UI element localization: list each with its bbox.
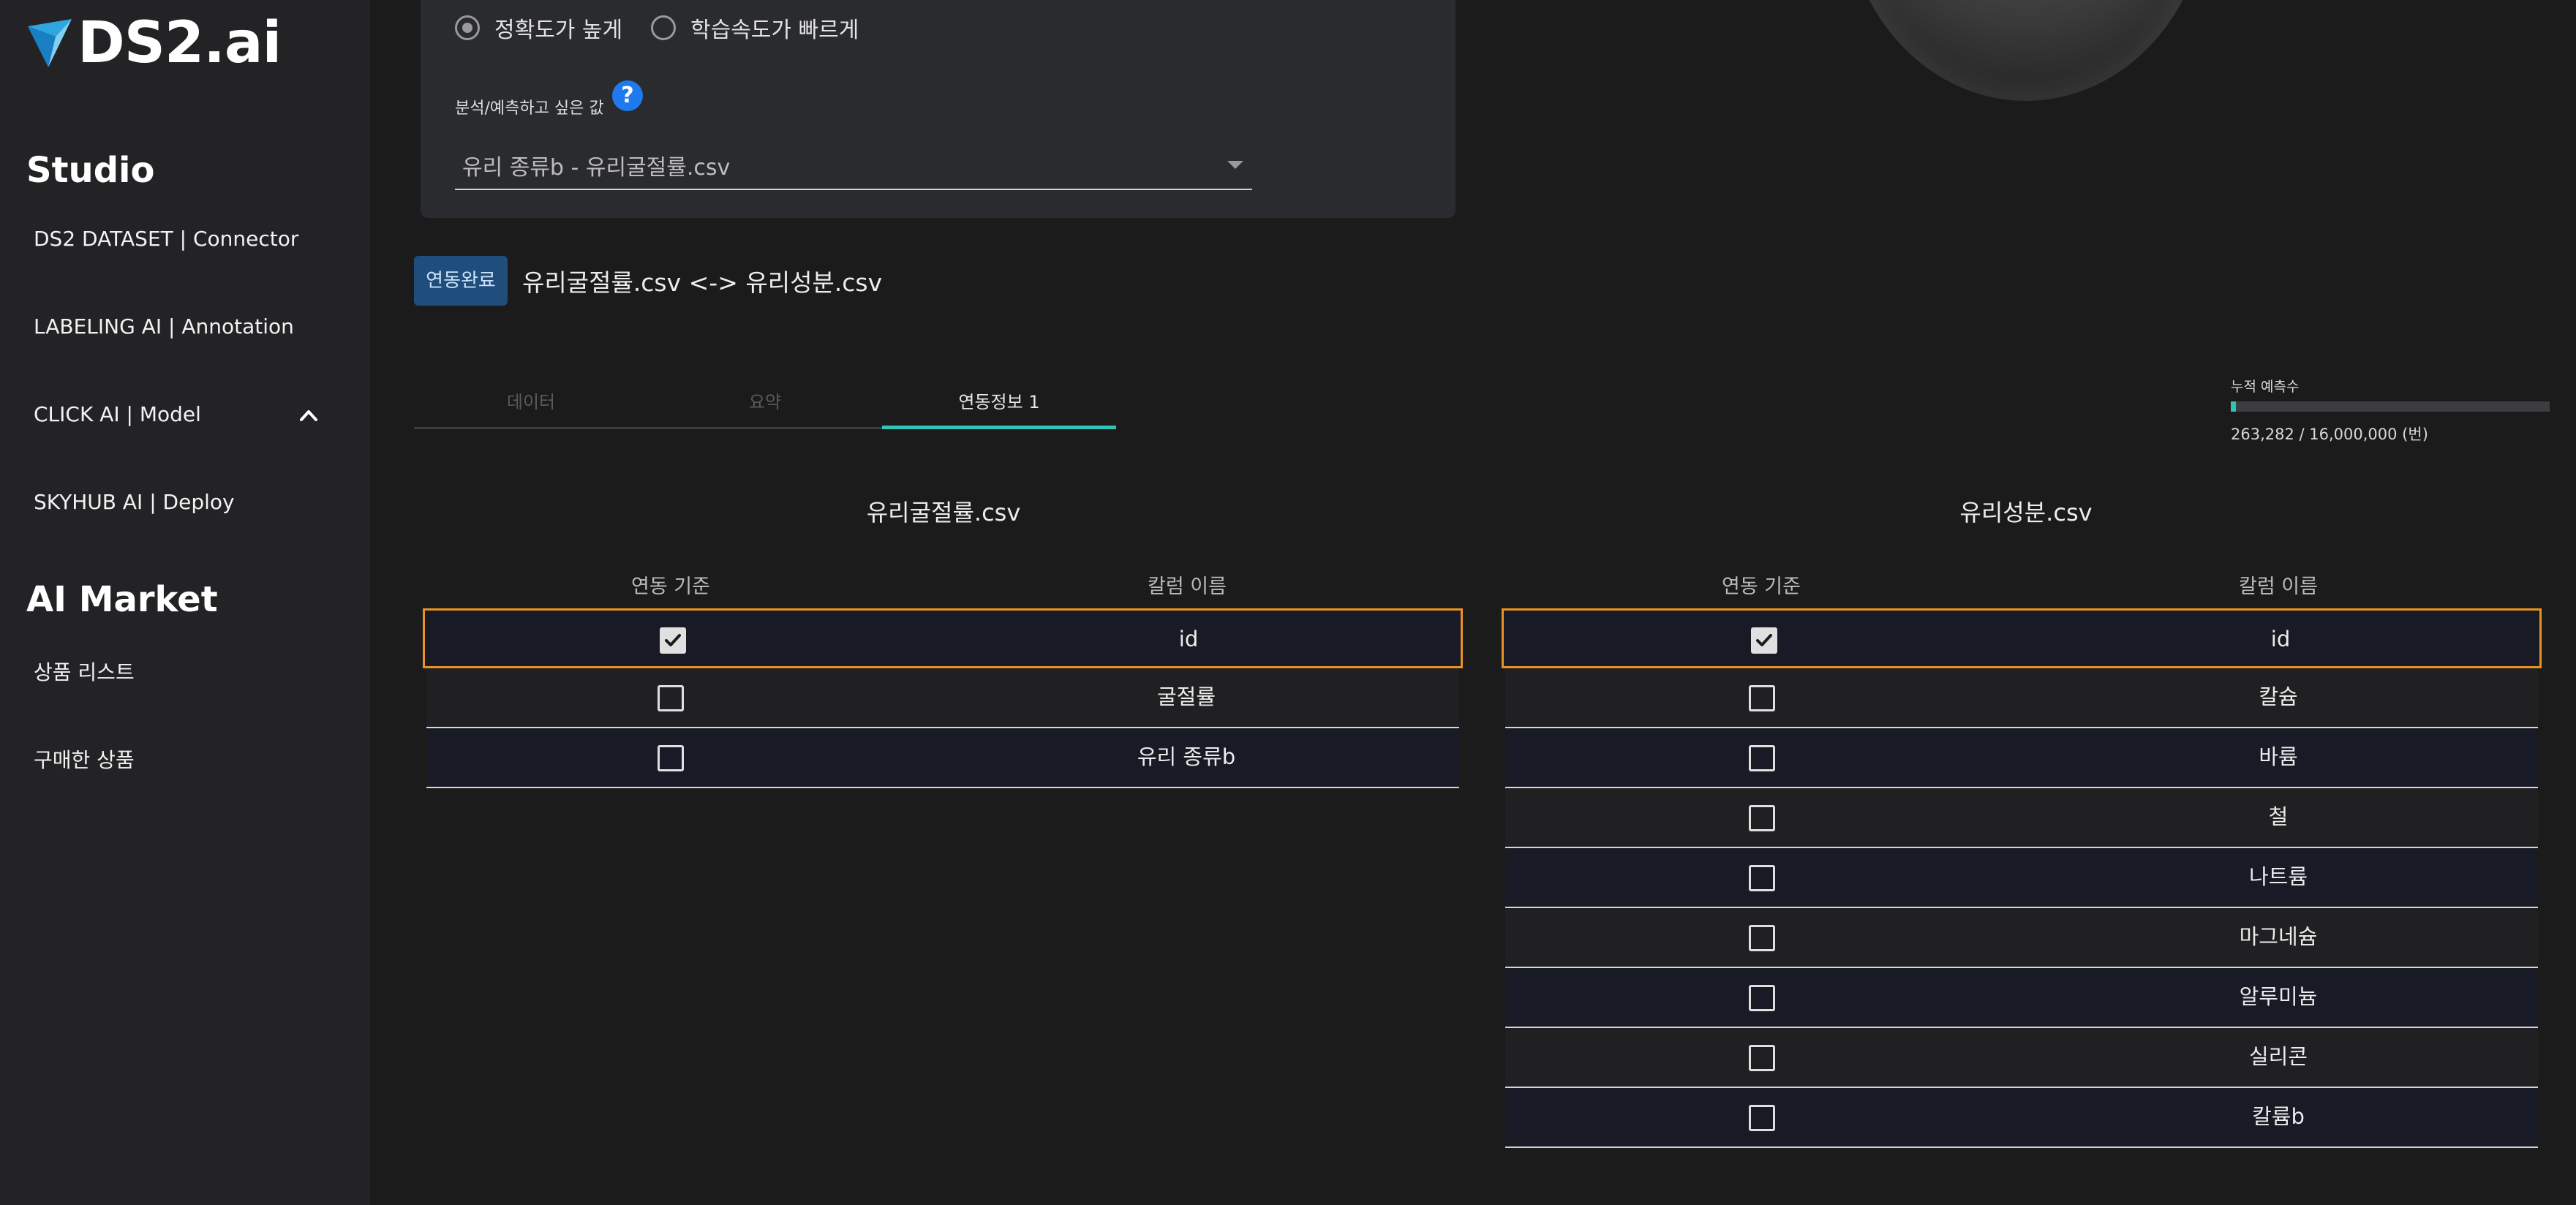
column-name: 칼륨b xyxy=(2252,1104,2305,1129)
checkbox[interactable] xyxy=(1749,1105,1775,1131)
chevron-up-icon[interactable] xyxy=(295,404,322,426)
tab-link-info-1[interactable]: 연동정보 1 xyxy=(882,388,1116,413)
left-col-key-header: 연동 기준 xyxy=(631,575,710,598)
table-row[interactable]: 바륨 xyxy=(1505,728,2538,788)
tab-active-indicator xyxy=(882,426,1116,429)
sidebar-item-deploy[interactable]: SKYHUB AI | Deploy xyxy=(34,490,235,514)
sidebar-item-product-list[interactable]: 상품 리스트 xyxy=(34,657,135,686)
column-name: 철 xyxy=(2268,804,2289,829)
tab-data[interactable]: 데이터 xyxy=(414,388,648,413)
table-row[interactable]: 칼륨b xyxy=(1505,1088,2538,1148)
table-row[interactable]: 칼슘 xyxy=(1505,668,2538,728)
sidebar-item-purchased[interactable]: 구매한 상품 xyxy=(34,744,135,774)
caret-down-icon[interactable] xyxy=(1227,161,1243,169)
section-title-studio: Studio xyxy=(26,150,155,191)
sidebar-item-annotation[interactable]: LABELING AI | Annotation xyxy=(34,314,294,339)
tab-bar: 데이터 요약 연동정보 1 xyxy=(414,373,1116,431)
table-row[interactable]: 철 xyxy=(1505,788,2538,848)
checkbox-checked[interactable] xyxy=(1751,627,1777,654)
radio-speed-label: 학습속도가 빠르게 xyxy=(690,18,859,43)
column-name: 알루미늄 xyxy=(2239,984,2318,1009)
target-select-value: 유리 종류b - 유리굴절률.csv xyxy=(462,155,731,181)
checkbox[interactable] xyxy=(1749,685,1775,711)
globe-graphic xyxy=(1843,0,2209,101)
usage-label: 누적 예측수 xyxy=(2231,379,2300,395)
table-row[interactable]: 나트륨 xyxy=(1505,848,2538,908)
sidebar-item-model[interactable]: CLICK AI | Model xyxy=(34,402,201,426)
logo-text: DS2.ai xyxy=(78,10,282,76)
table-row[interactable]: id xyxy=(423,608,1463,668)
column-name: id xyxy=(1178,627,1199,651)
right-col-name-header: 칼럼 이름 xyxy=(2239,575,2318,598)
sidebar-item-connector[interactable]: DS2 DATASET | Connector xyxy=(34,227,298,251)
radio-speed-indicator[interactable] xyxy=(651,15,676,40)
check-icon xyxy=(1756,634,1772,646)
link-status-badge: 연동완료 xyxy=(414,256,508,306)
checkbox[interactable] xyxy=(1749,1045,1775,1071)
logo-icon xyxy=(28,19,72,67)
table-row[interactable]: id xyxy=(1502,608,2542,668)
right-col-key-header: 연동 기준 xyxy=(1722,575,1801,598)
column-name: 마그네슘 xyxy=(2239,924,2318,949)
radio-accuracy-label: 정확도가 높게 xyxy=(494,18,623,43)
usage-progress-bar xyxy=(2231,401,2550,412)
left-table-title: 유리굴절률.csv xyxy=(866,499,1021,526)
column-name: 유리 종류b xyxy=(1137,744,1236,769)
checkbox-checked[interactable] xyxy=(660,627,686,654)
column-name: 나트륨 xyxy=(2248,864,2308,889)
check-icon xyxy=(665,634,681,646)
checkbox[interactable] xyxy=(1749,805,1775,831)
table-row[interactable]: 유리 종류b xyxy=(426,728,1459,788)
table-row[interactable]: 실리콘 xyxy=(1505,1028,2538,1088)
checkbox[interactable] xyxy=(1749,925,1775,951)
radio-accuracy[interactable]: 정확도가 높게 xyxy=(455,12,622,44)
logo[interactable]: DS2.ai xyxy=(26,10,282,76)
checkbox[interactable] xyxy=(1749,865,1775,891)
table-row[interactable]: 알루미늄 xyxy=(1505,968,2538,1028)
checkbox[interactable] xyxy=(658,685,684,711)
checkbox[interactable] xyxy=(658,745,684,771)
options-panel: 정확도가 높게 학습속도가 빠르게 분석/예측하고 싶은 값 ? 유리 종류b … xyxy=(421,0,1455,218)
link-description: 유리굴절률.csv <-> 유리성분.csv xyxy=(522,268,883,297)
radio-speed[interactable]: 학습속도가 빠르게 xyxy=(651,12,859,44)
column-name: id xyxy=(2270,627,2291,651)
right-table-title: 유리성분.csv xyxy=(1959,499,2093,526)
column-name: 실리콘 xyxy=(2248,1044,2308,1069)
target-label: 분석/예측하고 싶은 값 xyxy=(455,99,604,118)
help-icon[interactable]: ? xyxy=(612,80,643,111)
left-col-name-header: 칼럼 이름 xyxy=(1148,575,1227,598)
usage-progress-fill xyxy=(2231,401,2237,412)
table-row[interactable]: 마그네슘 xyxy=(1505,908,2538,968)
column-name: 칼슘 xyxy=(2259,684,2298,709)
table-row[interactable]: 굴절률 xyxy=(426,668,1459,728)
section-title-ai-market: AI Market xyxy=(26,579,218,620)
checkbox[interactable] xyxy=(1749,985,1775,1011)
target-select[interactable]: 유리 종류b - 유리굴절률.csv xyxy=(455,143,1252,190)
checkbox[interactable] xyxy=(1749,745,1775,771)
tab-summary[interactable]: 요약 xyxy=(648,388,882,413)
column-name: 굴절률 xyxy=(1156,684,1216,709)
sidebar: DS2.ai Studio DS2 DATASET | Connector LA… xyxy=(0,0,370,1205)
column-name: 바륨 xyxy=(2259,744,2298,769)
radio-accuracy-indicator[interactable] xyxy=(455,15,480,40)
usage-count: 263,282 / 16,000,000 (번) xyxy=(2231,426,2428,443)
